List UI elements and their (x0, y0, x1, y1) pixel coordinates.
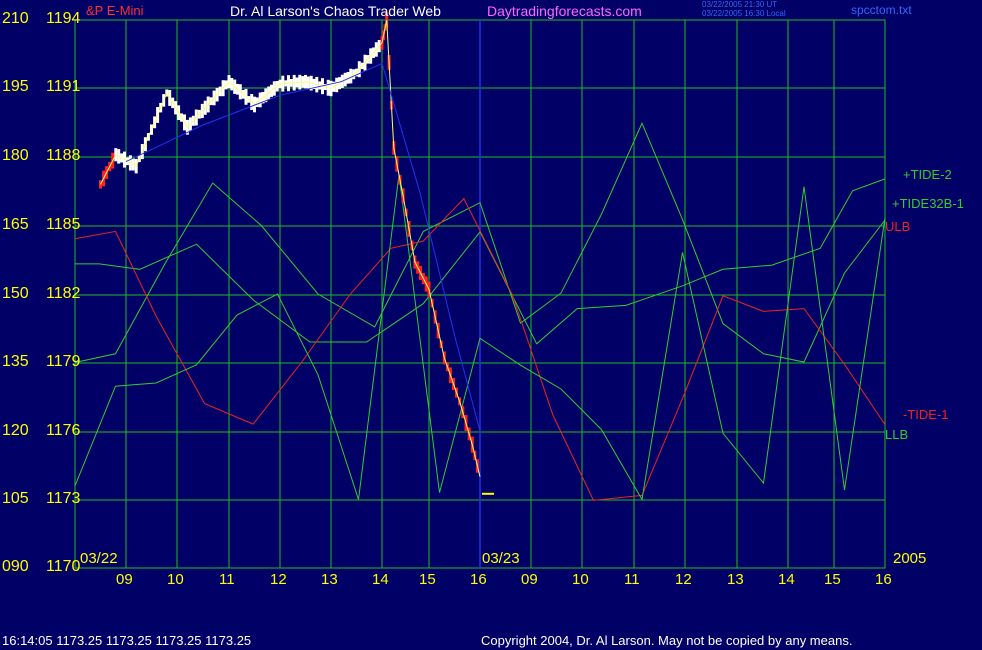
date-label-day2: 03/23 (482, 550, 520, 567)
site-link[interactable]: Daytradingforecasts.com (487, 4, 642, 18)
tide-axis-label: 105 (2, 490, 29, 507)
x-tick-label: 09 (116, 571, 133, 588)
x-tick-label: 10 (572, 571, 589, 588)
price-axis-label: 1185 (46, 216, 81, 233)
price-axis-label: 1194 (46, 10, 81, 27)
x-tick-label: 11 (219, 571, 235, 588)
price-axis-label: 1182 (46, 285, 81, 302)
x-tick-label: 10 (167, 571, 184, 588)
price-axis-label: 1176 (46, 422, 81, 439)
x-tick-label: 15 (419, 571, 436, 588)
x-tick-label: 12 (675, 571, 692, 588)
x-tick-label: 13 (727, 571, 744, 588)
x-tick-label: 16 (470, 571, 487, 588)
tide-axis-label: 180 (2, 147, 29, 164)
chart-title: Dr. Al Larson's Chaos Trader Web (230, 3, 441, 19)
x-tick-label: 12 (270, 571, 287, 588)
time-ut: 03/22/2005 21:30 UT (702, 0, 778, 9)
legend-tide32b-1: +TIDE32B-1 (892, 196, 964, 211)
price-axis-label: 1188 (46, 147, 81, 164)
legend-llb: LLB (885, 427, 909, 442)
instrument-title: &P E-Mini (86, 3, 144, 18)
price-smooth-line (100, 19, 481, 477)
price-axis-label: 1179 (46, 353, 81, 370)
tide-axis-label: 165 (2, 216, 29, 233)
x-tick-label: 16 (875, 571, 892, 588)
x-tick-label: 15 (824, 571, 841, 588)
price-axis-label: 1173 (46, 490, 81, 507)
data-file: spcctom.txt (851, 3, 912, 17)
tide-axis-label: 090 (2, 558, 29, 575)
tide-axis-label: 120 (2, 422, 29, 439)
price-axis-label: 1170 (46, 558, 81, 575)
price-axis-label: 1191 (46, 78, 81, 95)
tide-axis-label: 150 (2, 285, 29, 302)
legend-ulb: ULB (885, 219, 911, 234)
status-readout: 16:14:05 1173.25 1173.25 1173.25 1173.25 (2, 633, 252, 648)
legend-tide-1: -TIDE-1 (903, 407, 949, 422)
tide-axis-label: 210 (2, 10, 29, 27)
x-tick-label: 14 (778, 571, 795, 588)
legend-tide-2: +TIDE-2 (903, 167, 952, 182)
copyright-notice: Copyright 2004, Dr. Al Larson. May not b… (481, 633, 853, 648)
x-tick-label: 09 (521, 571, 538, 588)
x-tick-label: 11 (624, 571, 640, 588)
x-tick-label: 14 (372, 571, 389, 588)
tide-axis-label: 135 (2, 353, 29, 370)
date-label-day1: 03/22 (80, 550, 118, 567)
time-local: 03/22/2005 16:30 Local (702, 9, 786, 18)
tide-axis-label: 195 (2, 78, 29, 95)
chart-window: &P E-Mini Dr. Al Larson's Chaos Trader W… (0, 0, 982, 650)
year-label: 2005 (893, 550, 927, 567)
x-tick-label: 13 (321, 571, 338, 588)
